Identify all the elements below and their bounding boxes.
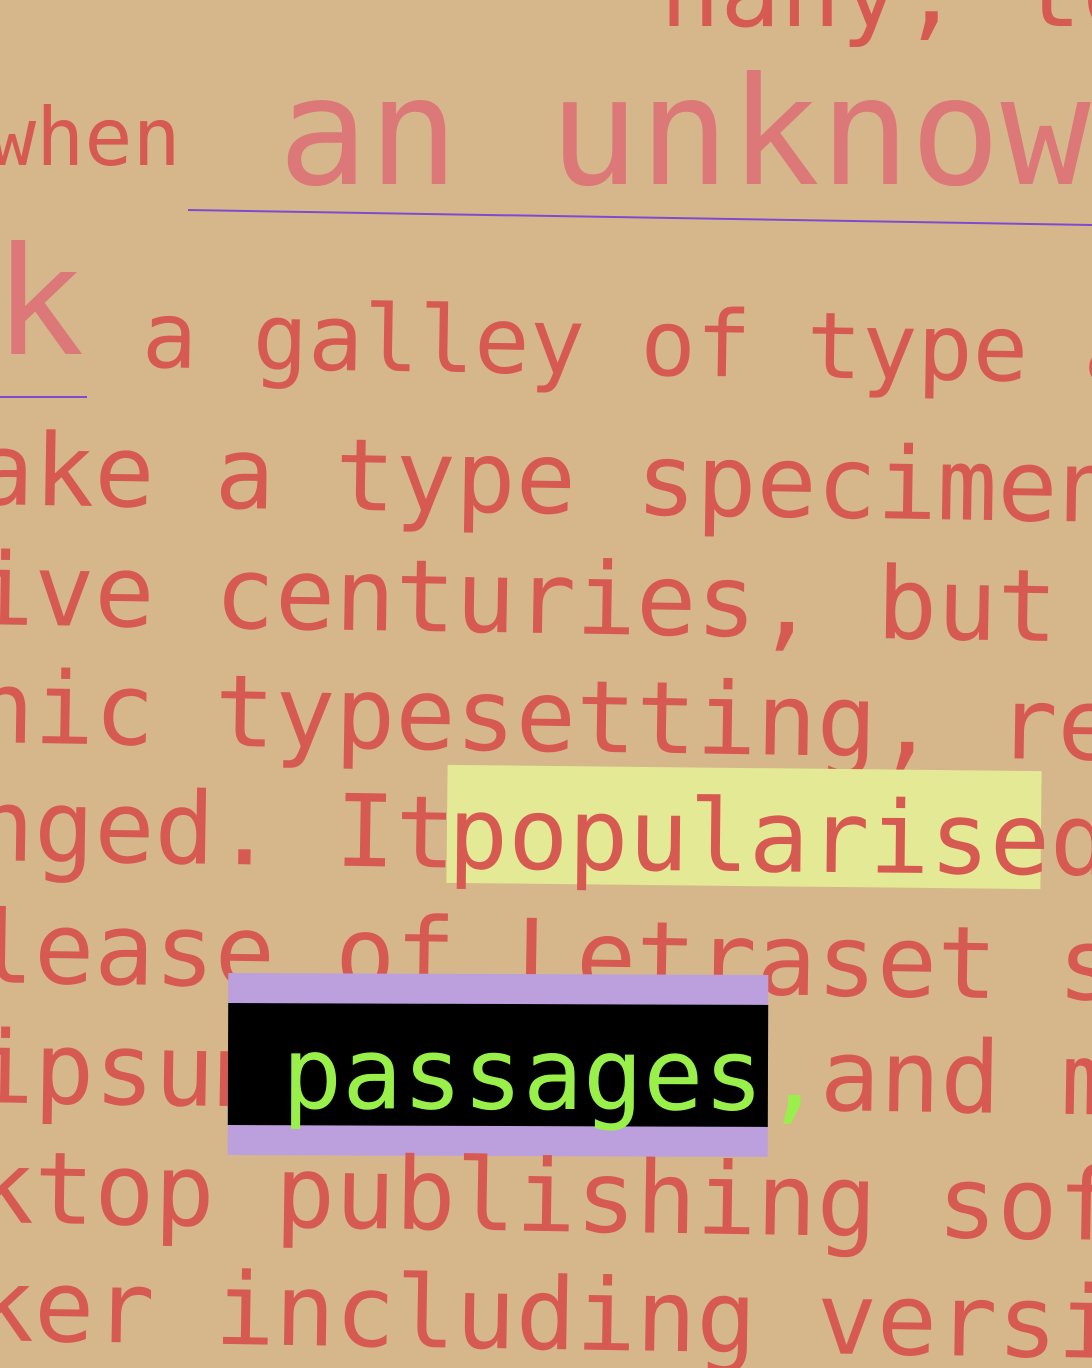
text-typesetting: nic typesetting, rema <box>0 649 1092 786</box>
text-desktop-publishing: ktop publishing softw <box>0 1129 1092 1266</box>
typographic-poster: nany, to when an unknown k a galley of t… <box>0 0 1092 1368</box>
text-centuries: ive centuries, but al <box>0 531 1059 666</box>
underline-rule-2 <box>0 396 87 398</box>
text-galley: a galley of type a <box>141 282 1092 405</box>
text-including-version: ker including version <box>0 1247 1092 1368</box>
text-nged-it: nged. It <box>0 767 457 892</box>
text-when: when <box>0 91 181 184</box>
text-type-specimen: ake a type specimen b <box>0 411 1092 546</box>
text-and-m: and m <box>819 1017 1092 1139</box>
text-an-unknown: an unknown <box>278 46 1092 220</box>
text-line-top: nany, to <box>660 0 1092 42</box>
text-popularised: popularised <box>447 775 1092 899</box>
text-k: k <box>0 216 85 390</box>
text-passages: passages, <box>281 1015 825 1134</box>
